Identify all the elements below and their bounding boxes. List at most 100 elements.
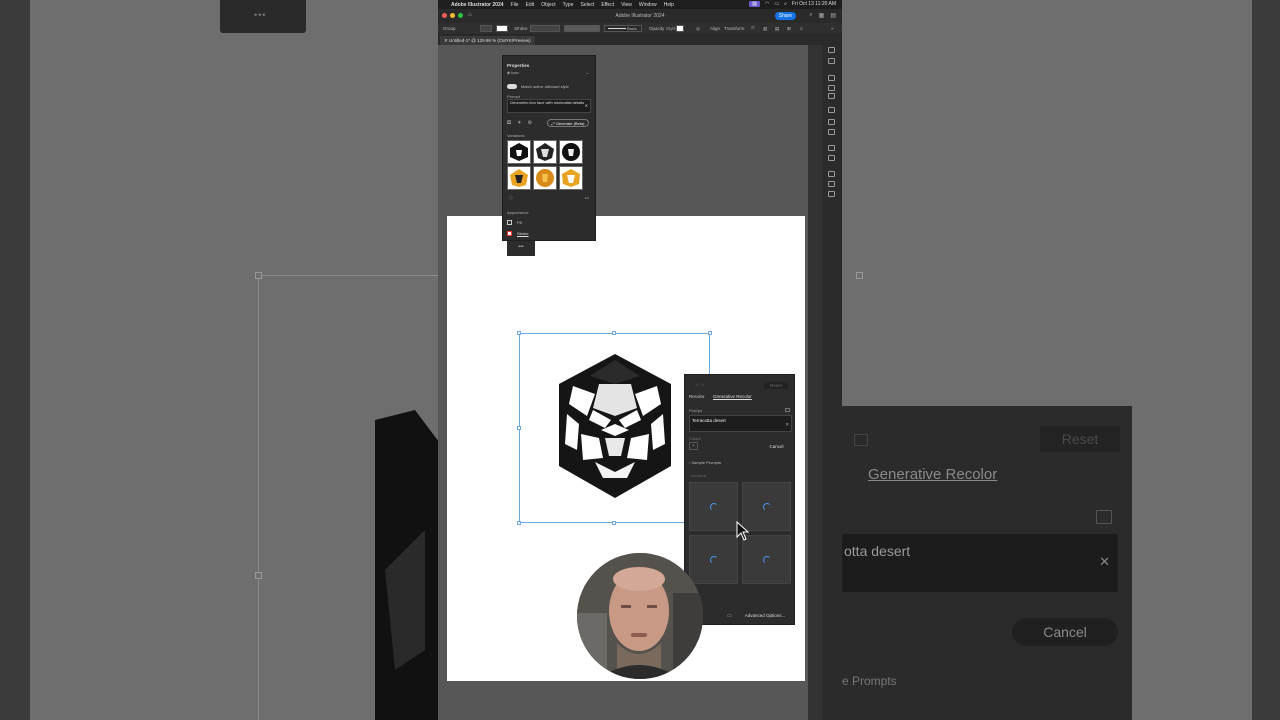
panel-menu-icon[interactable]: ≡	[800, 26, 803, 31]
lion-variation-icon	[510, 143, 528, 161]
blurred-clear-icon: ✕	[1099, 554, 1110, 569]
workspace-icon[interactable]: ▤	[830, 12, 836, 19]
scroll-strip[interactable]	[808, 45, 822, 720]
isolate-icon[interactable]: ⤧	[751, 26, 755, 31]
sun-icon[interactable]: ☀	[517, 120, 521, 127]
grid-icon[interactable]: ⊞	[787, 26, 791, 32]
arrange-icon[interactable]: ▦	[819, 12, 825, 19]
variation-placeholder[interactable]	[689, 482, 738, 531]
control-center-icon[interactable]: ▭	[774, 1, 779, 7]
variable-width[interactable]	[564, 25, 600, 32]
stroke-dock-icon[interactable]	[828, 171, 835, 177]
clear-icon[interactable]: ✕	[585, 103, 588, 109]
variation-thumbnail[interactable]	[533, 140, 557, 164]
prompt-input[interactable]: Geometric lion face with minimalist deta…	[507, 99, 591, 113]
resize-handle[interactable]	[708, 331, 712, 335]
reference-icon[interactable]: ⛾	[507, 120, 511, 127]
variation-placeholder[interactable]	[689, 535, 738, 584]
match-style-toggle[interactable]	[507, 84, 517, 89]
resize-handle[interactable]	[612, 331, 616, 335]
variation-placeholder[interactable]	[742, 535, 791, 584]
variation-thumbnail[interactable]	[507, 140, 531, 164]
arrange-objects-icon[interactable]: ▤	[775, 26, 779, 32]
document-tab[interactable]: ✕ Untitled-1* @ 129.98 % (CMYK/Preview)	[440, 36, 535, 45]
menu-file[interactable]: File	[511, 2, 519, 8]
search-help-icon[interactable]: ⌕	[809, 12, 812, 19]
swatches-dock-icon[interactable]	[828, 155, 835, 161]
align-label[interactable]: Align	[710, 26, 720, 31]
stroke-weight[interactable]	[530, 25, 560, 32]
folder-icon[interactable]: ▭	[727, 613, 732, 619]
menu-help[interactable]: Help	[664, 2, 674, 8]
reset-button[interactable]: Reset	[764, 382, 788, 389]
advanced-options-button[interactable]: Advanced Options...	[740, 612, 790, 620]
color-dock-icon[interactable]	[828, 145, 835, 151]
properties-dock-icon[interactable]	[828, 47, 835, 53]
stroke-swatch-icon[interactable]	[507, 231, 512, 236]
brushes-dock-icon[interactable]	[828, 85, 835, 91]
status-icons: ▤ ◠ ▭ ⌕ Fri Oct 13 11:20 AM	[749, 1, 836, 7]
opacity-label[interactable]: Opacity	[649, 26, 664, 31]
style-swatch[interactable]	[676, 25, 684, 32]
sample-prompts-toggle[interactable]: › Sample Prompts	[689, 460, 721, 465]
fill-swatch-icon[interactable]	[507, 220, 512, 225]
transparency-dock-icon[interactable]	[828, 129, 835, 135]
resize-handle[interactable]	[612, 521, 616, 525]
ai-badge-icon[interactable]: ▤	[749, 1, 760, 7]
recolor-prompt-input[interactable]: Terracotta desert ✕	[689, 415, 792, 432]
type-select[interactable]: ◈ Icon ⌄	[507, 70, 591, 76]
gear-icon[interactable]: ⚙	[528, 120, 532, 127]
wifi-icon[interactable]: ◠	[765, 1, 769, 7]
variations-label: Variations	[507, 133, 525, 138]
pathfinder-dock-icon[interactable]	[828, 119, 835, 125]
brush-style: Basic	[627, 26, 637, 31]
brush-definition[interactable]: Basic	[604, 25, 642, 32]
generative-recolor-panel: ↶ ↷ Reset Recolor Generative Recolor Pro…	[684, 374, 795, 625]
appearance-dock-icon[interactable]	[828, 191, 835, 197]
share-button[interactable]: Share	[774, 12, 796, 20]
menu-app-name[interactable]: Adobe Illustrator 2024	[451, 2, 504, 8]
stroke-label: Stroke:	[514, 26, 529, 31]
cancel-button[interactable]: Cancel	[762, 442, 791, 451]
layers-dock-icon[interactable]	[828, 58, 835, 64]
search-icon[interactable]: ⌕	[784, 1, 787, 7]
menu-window[interactable]: Window	[639, 2, 657, 8]
more-options[interactable]: •••	[585, 195, 589, 200]
distribute-icon[interactable]: ▥	[763, 26, 767, 32]
appearance-label: Appearance	[507, 210, 529, 215]
gradient-dock-icon[interactable]	[828, 181, 835, 187]
menu-type[interactable]: Type	[563, 2, 574, 8]
menu-effect[interactable]: Effect	[601, 2, 614, 8]
align-dock-icon[interactable]	[828, 107, 835, 113]
recolor-icon[interactable]: ◎	[696, 26, 700, 32]
variation-thumbnail[interactable]	[533, 166, 557, 190]
menu-object[interactable]: Object	[541, 2, 555, 8]
libraries-dock-icon[interactable]	[828, 75, 835, 81]
fill-swatch[interactable]	[480, 25, 492, 32]
transform-label[interactable]: Transform	[724, 26, 744, 31]
resize-handle[interactable]	[517, 426, 521, 430]
info-icon[interactable]: ⓘ	[509, 195, 513, 201]
resize-handle[interactable]	[517, 521, 521, 525]
clear-icon[interactable]: ✕	[785, 422, 789, 428]
stroke-label[interactable]: Stroke	[517, 231, 529, 236]
add-color-button[interactable]: +	[689, 442, 698, 450]
properties-overflow[interactable]: •••	[507, 241, 535, 256]
generate-button[interactable]: ⤢ Generate (Beta)	[547, 119, 589, 127]
menu-select[interactable]: Select	[581, 2, 595, 8]
variation-thumbnail[interactable]	[507, 166, 531, 190]
menu-edit[interactable]: Edit	[526, 2, 535, 8]
expand-icon[interactable]	[785, 408, 790, 412]
symbols-dock-icon[interactable]	[828, 93, 835, 99]
variation-thumbnail[interactable]	[559, 166, 583, 190]
undo-icon[interactable]: ↶ ↷	[695, 383, 705, 389]
lion-artwork[interactable]	[555, 354, 675, 498]
variation-thumbnail[interactable]	[559, 140, 583, 164]
collapse-icon[interactable]: »	[831, 26, 834, 31]
resize-handle[interactable]	[517, 331, 521, 335]
stroke-swatch[interactable]	[496, 25, 508, 32]
menu-view[interactable]: View	[621, 2, 632, 8]
clock[interactable]: Fri Oct 13 11:20 AM	[792, 1, 836, 7]
tab-recolor[interactable]: Recolor	[689, 394, 705, 399]
tab-generative-recolor[interactable]: Generative Recolor	[713, 394, 752, 399]
